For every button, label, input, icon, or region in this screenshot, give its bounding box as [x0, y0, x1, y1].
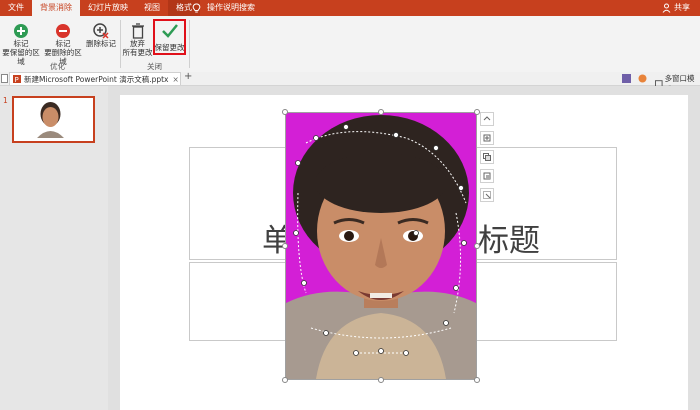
- resize-handle-top-left[interactable]: [282, 109, 288, 115]
- document-title: 新建Microsoft PowerPoint 演示文稿.pptx: [24, 74, 169, 84]
- styles-icon[interactable]: [480, 150, 494, 164]
- settings-icon[interactable]: [638, 74, 647, 83]
- discard-line1: 放弃: [130, 39, 145, 48]
- resize-handle-bottom[interactable]: [378, 377, 384, 383]
- minus-pencil-icon: [56, 24, 70, 38]
- tab-view[interactable]: 视图: [136, 0, 168, 16]
- resize-handle-right[interactable]: [474, 243, 480, 249]
- powerpoint-icon: P: [13, 75, 21, 83]
- ribbon-tabs: 文件 背景消除 幻灯片放映 视图 格式: [0, 0, 200, 16]
- share-button[interactable]: 共享: [662, 0, 690, 16]
- mark-keep-button[interactable]: 标记 要保留的区域: [0, 20, 42, 66]
- collapse-up-icon[interactable]: [480, 112, 494, 126]
- tell-me-label: 操作说明搜索: [207, 3, 255, 12]
- title-bar: 文件 背景消除 幻灯片放映 视图 格式 操作说明搜索 共享: [0, 0, 700, 16]
- delete-mark-button[interactable]: 删除标记: [84, 20, 118, 48]
- mark-remove-line1: 标记: [55, 39, 71, 48]
- file-icon: [1, 74, 8, 83]
- resize-handle-bottom-right[interactable]: [474, 377, 480, 383]
- group-separator: [189, 20, 190, 68]
- slide-thumbnail[interactable]: [12, 96, 95, 143]
- plus-pencil-icon: [14, 24, 28, 38]
- resize-handle-top[interactable]: [378, 109, 384, 115]
- group-label-close: 关闭: [147, 62, 162, 71]
- thumbnail-photo: [37, 100, 64, 138]
- tab-slideshow[interactable]: 幻灯片放映: [80, 0, 136, 16]
- discard-line2: 所有更改: [122, 48, 153, 57]
- tab-background-removal[interactable]: 背景消除: [32, 0, 80, 16]
- floating-toolbar: [480, 112, 498, 207]
- resize-handle-bottom-left[interactable]: [282, 377, 288, 383]
- background-removal-photo[interactable]: [285, 112, 477, 380]
- close-tab-icon[interactable]: ×: [172, 75, 178, 84]
- person-icon: [662, 3, 671, 13]
- tab-file[interactable]: 文件: [0, 0, 32, 16]
- document-tab-bar: P 新建Microsoft PowerPoint 演示文稿.pptx × + 多…: [0, 71, 700, 94]
- mark-keep-line2: 要保留的区域: [2, 48, 40, 66]
- slide-number: 1: [3, 96, 8, 105]
- trash-icon: [131, 23, 144, 39]
- mark-keep-line1: 标记: [13, 39, 29, 48]
- share-label: 共享: [674, 3, 690, 12]
- svg-text:P: P: [15, 76, 19, 83]
- format-icon[interactable]: [480, 188, 494, 202]
- tell-me-box[interactable]: 操作说明搜索: [192, 0, 255, 16]
- child-portrait-image: [286, 113, 476, 379]
- crop-icon[interactable]: [480, 169, 494, 183]
- layout-options-icon[interactable]: [480, 131, 494, 145]
- delete-mark-icon: [93, 23, 109, 39]
- discard-changes-button[interactable]: 放弃 所有更改: [121, 20, 154, 57]
- delete-mark-label: 删除标记: [86, 39, 116, 48]
- group-label-optimize: 优化: [50, 62, 65, 71]
- resize-handle-left[interactable]: [282, 243, 288, 249]
- keep-changes-highlight: [153, 19, 186, 55]
- lightbulb-icon: [192, 3, 201, 12]
- ribbon: 标记 要保留的区域 标记 要删除的区域 删除标记 优化 放弃 所有更改 保留更改…: [0, 16, 700, 73]
- document-tab[interactable]: P 新建Microsoft PowerPoint 演示文稿.pptx ×: [9, 72, 181, 85]
- new-tab-icon[interactable]: +: [184, 71, 192, 82]
- mark-remove-button[interactable]: 标记 要删除的区域: [42, 20, 84, 66]
- title-text-right: 标题: [478, 223, 540, 259]
- slide-thumbnail-pane: 1: [0, 86, 108, 410]
- palette-icon[interactable]: [622, 74, 631, 83]
